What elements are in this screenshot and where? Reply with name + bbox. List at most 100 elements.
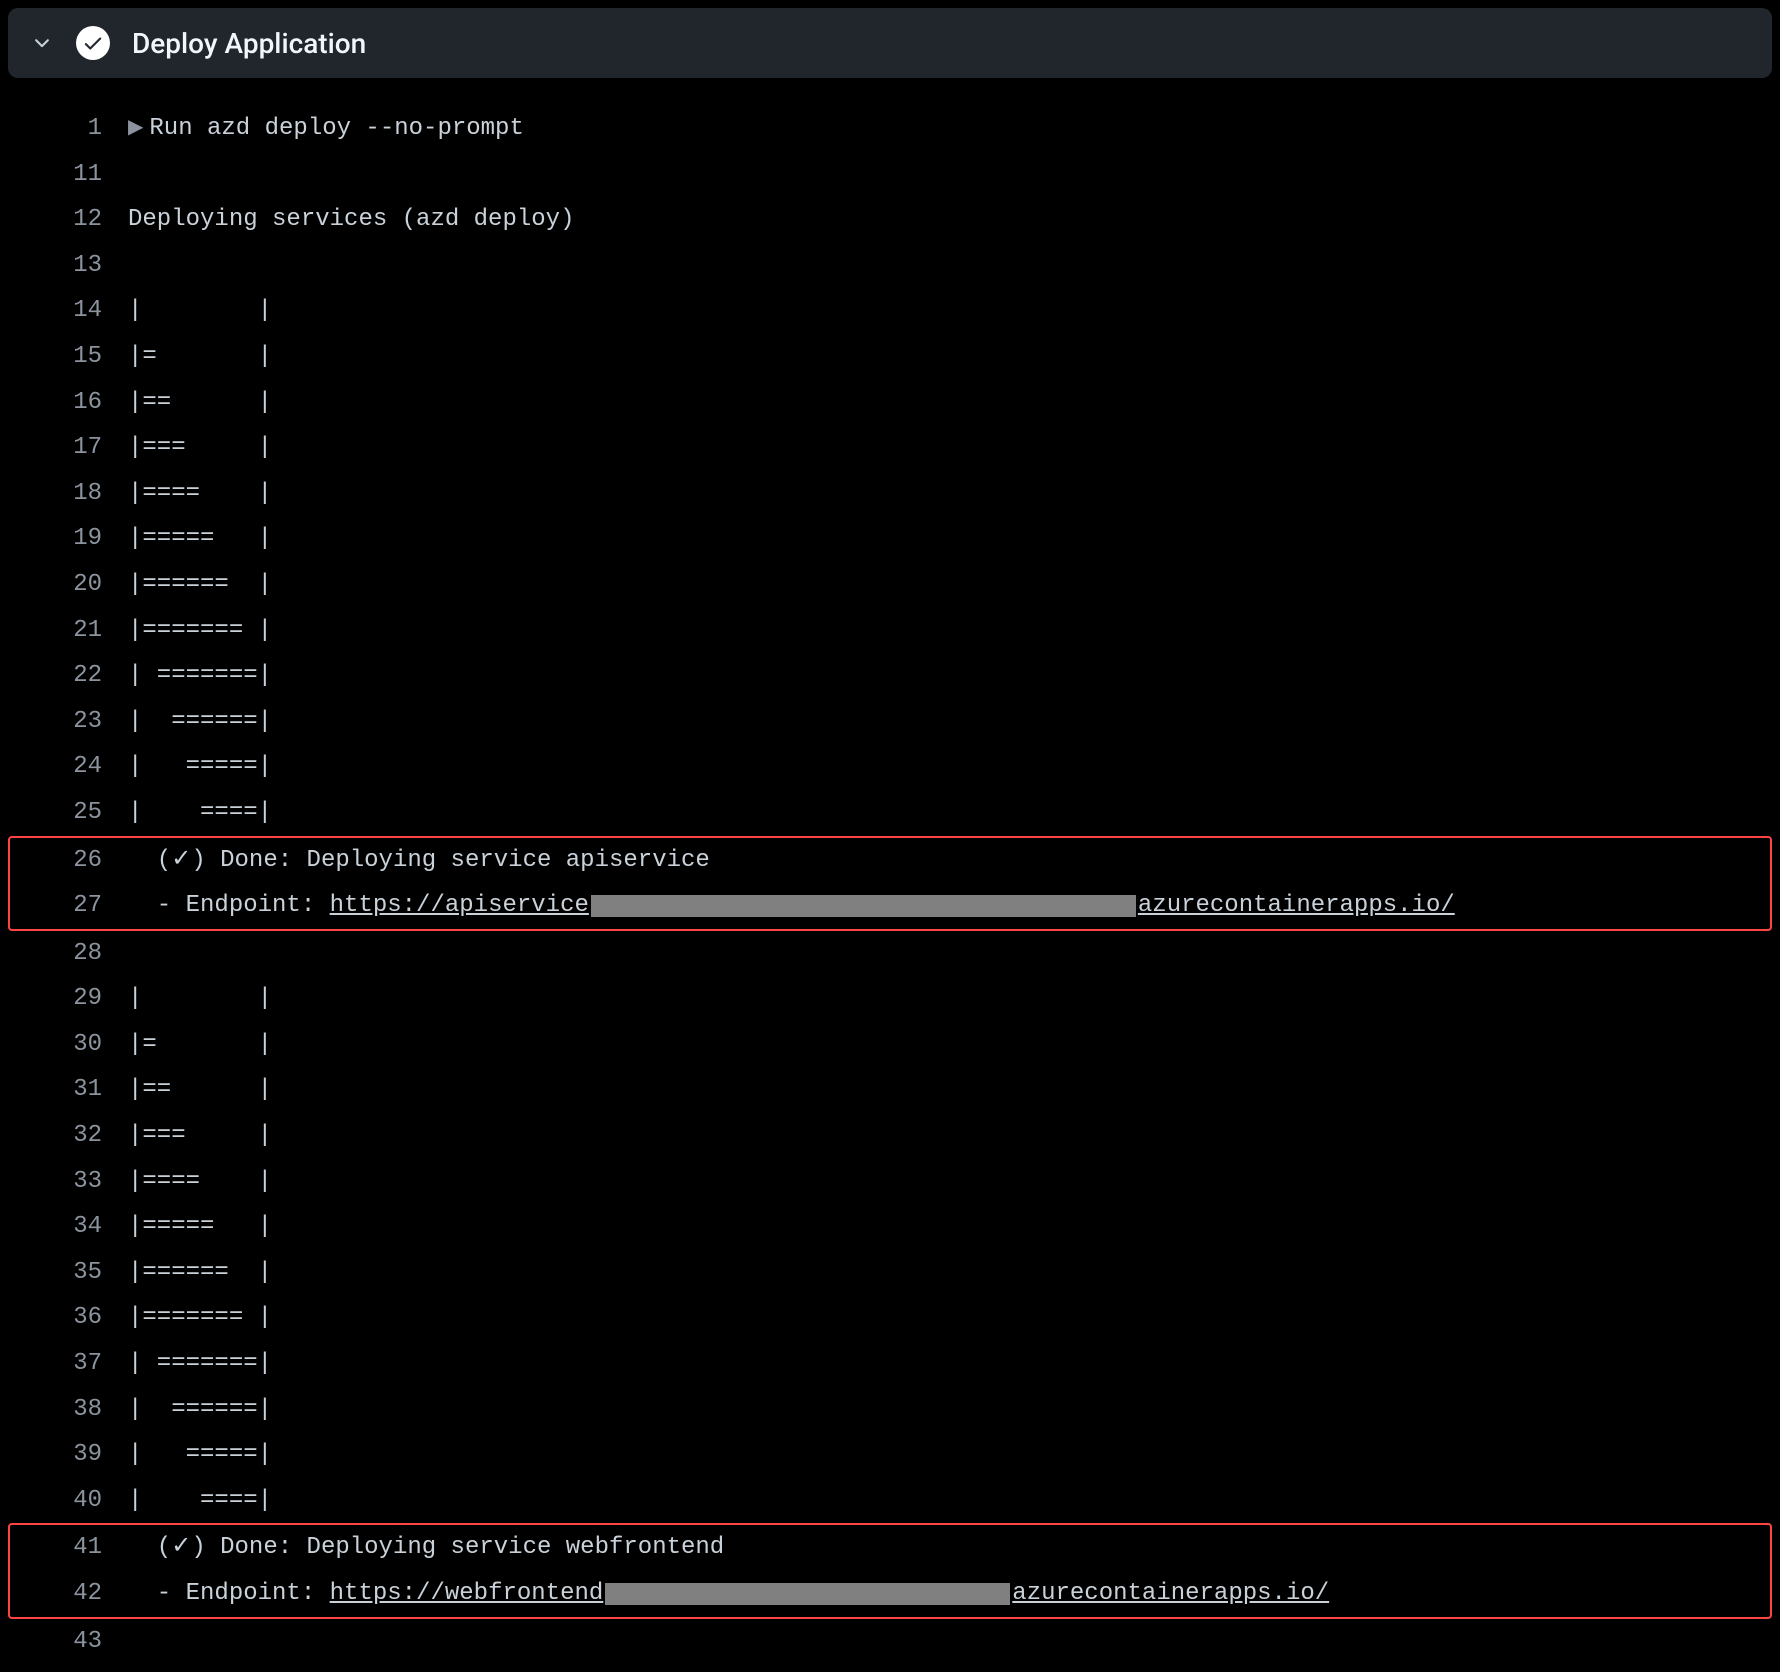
log-text: - Endpoint:	[128, 883, 330, 929]
log-line: 16|== |	[8, 380, 1772, 426]
line-content: |= |	[128, 334, 272, 380]
log-text: |======= |	[128, 608, 272, 654]
line-content: | ======|	[128, 1387, 272, 1433]
expand-caret-icon[interactable]: ▶	[128, 110, 143, 148]
line-content: |====== |	[128, 562, 272, 608]
redacted-segment	[591, 895, 1136, 917]
endpoint-link[interactable]: https://apiservice	[330, 883, 589, 929]
log-line: 11	[8, 152, 1772, 198]
line-content: |======= |	[128, 1295, 272, 1341]
log-output: 1▶Run azd deploy --no-prompt1112Deployin…	[8, 78, 1772, 1664]
log-line: 15|= |	[8, 334, 1772, 380]
check-circle-icon	[76, 26, 110, 60]
endpoint-link[interactable]: https://webfrontend	[330, 1571, 604, 1617]
log-text: Run azd deploy --no-prompt	[149, 106, 523, 152]
line-content: | =======|	[128, 653, 272, 699]
line-number: 1	[18, 106, 128, 152]
log-line: 28	[8, 931, 1772, 977]
log-line: 13	[8, 243, 1772, 289]
line-number: 41	[18, 1525, 128, 1571]
log-text: | ====|	[128, 790, 272, 836]
line-content: Deploying services (azd deploy)	[128, 197, 574, 243]
log-line: 27 - Endpoint: https://apiserviceazureco…	[10, 883, 1770, 929]
endpoint-link[interactable]: azurecontainerapps.io/	[1138, 883, 1455, 929]
log-line: 34|===== |	[8, 1204, 1772, 1250]
line-number: 15	[18, 334, 128, 380]
redacted-segment	[605, 1583, 1010, 1605]
endpoint-link[interactable]: azurecontainerapps.io/	[1012, 1571, 1329, 1617]
line-content: |======= |	[128, 608, 272, 654]
line-content: |=== |	[128, 1113, 272, 1159]
log-text: | =======|	[128, 1341, 272, 1387]
log-text: (✓) Done: Deploying service webfrontend	[128, 1525, 724, 1571]
line-number: 29	[18, 976, 128, 1022]
line-content: |== |	[128, 380, 272, 426]
line-number: 42	[18, 1571, 128, 1617]
log-text: |==== |	[128, 471, 272, 517]
line-number: 33	[18, 1159, 128, 1205]
log-text: | |	[128, 976, 272, 1022]
log-text: |==== |	[128, 1159, 272, 1205]
log-text: |======= |	[128, 1295, 272, 1341]
log-text: Deploying services (azd deploy)	[128, 197, 574, 243]
line-number: 30	[18, 1022, 128, 1068]
line-number: 39	[18, 1432, 128, 1478]
line-content: |==== |	[128, 471, 272, 517]
log-line: 21|======= |	[8, 608, 1772, 654]
line-number: 38	[18, 1387, 128, 1433]
line-content: |== |	[128, 1067, 272, 1113]
log-line: 12Deploying services (azd deploy)	[8, 197, 1772, 243]
log-text: |=== |	[128, 425, 272, 471]
line-content: - Endpoint: https://apiservice azureconta…	[128, 883, 1455, 929]
log-line: 25| ====|	[8, 790, 1772, 836]
log-line: 36|======= |	[8, 1295, 1772, 1341]
line-number: 12	[18, 197, 128, 243]
log-line: 20|====== |	[8, 562, 1772, 608]
line-number: 43	[18, 1619, 128, 1665]
log-line: 37| =======|	[8, 1341, 1772, 1387]
line-number: 40	[18, 1478, 128, 1524]
line-number: 31	[18, 1067, 128, 1113]
log-line: 22| =======|	[8, 653, 1772, 699]
line-content: | =====|	[128, 1432, 272, 1478]
highlight-box: 26 (✓) Done: Deploying service apiservic…	[8, 836, 1772, 931]
line-number: 21	[18, 608, 128, 654]
log-text: | ======|	[128, 1387, 272, 1433]
line-number: 36	[18, 1295, 128, 1341]
log-line: 43	[8, 1619, 1772, 1665]
line-content: |====== |	[128, 1250, 272, 1296]
line-content: |===== |	[128, 516, 272, 562]
log-line: 41 (✓) Done: Deploying service webfronte…	[10, 1525, 1770, 1571]
line-number: 13	[18, 243, 128, 289]
line-number: 34	[18, 1204, 128, 1250]
line-number: 19	[18, 516, 128, 562]
log-line: 32|=== |	[8, 1113, 1772, 1159]
line-content: |==== |	[128, 1159, 272, 1205]
chevron-down-icon[interactable]	[30, 31, 54, 55]
log-text: |=== |	[128, 1113, 272, 1159]
line-number: 32	[18, 1113, 128, 1159]
log-line: 24| =====|	[8, 744, 1772, 790]
line-number: 11	[18, 152, 128, 198]
line-number: 16	[18, 380, 128, 426]
line-content: (✓) Done: Deploying service apiservice	[128, 838, 710, 884]
log-text: |====== |	[128, 562, 272, 608]
log-line: 14| |	[8, 288, 1772, 334]
line-number: 37	[18, 1341, 128, 1387]
log-text: |====== |	[128, 1250, 272, 1296]
log-text: | ====|	[128, 1478, 272, 1524]
log-line: 42 - Endpoint: https://webfrontendazurec…	[10, 1571, 1770, 1617]
step-header[interactable]: Deploy Application	[8, 8, 1772, 78]
line-content: | ======|	[128, 699, 272, 745]
log-text: | ======|	[128, 699, 272, 745]
log-text: |== |	[128, 1067, 272, 1113]
log-text: | |	[128, 288, 272, 334]
log-line: 29| |	[8, 976, 1772, 1022]
line-content: ▶Run azd deploy --no-prompt	[128, 106, 524, 152]
log-line: 30|= |	[8, 1022, 1772, 1068]
log-line: 1▶Run azd deploy --no-prompt	[8, 106, 1772, 152]
line-number: 18	[18, 471, 128, 517]
line-number: 20	[18, 562, 128, 608]
log-text: |= |	[128, 334, 272, 380]
log-line: 40| ====|	[8, 1478, 1772, 1524]
